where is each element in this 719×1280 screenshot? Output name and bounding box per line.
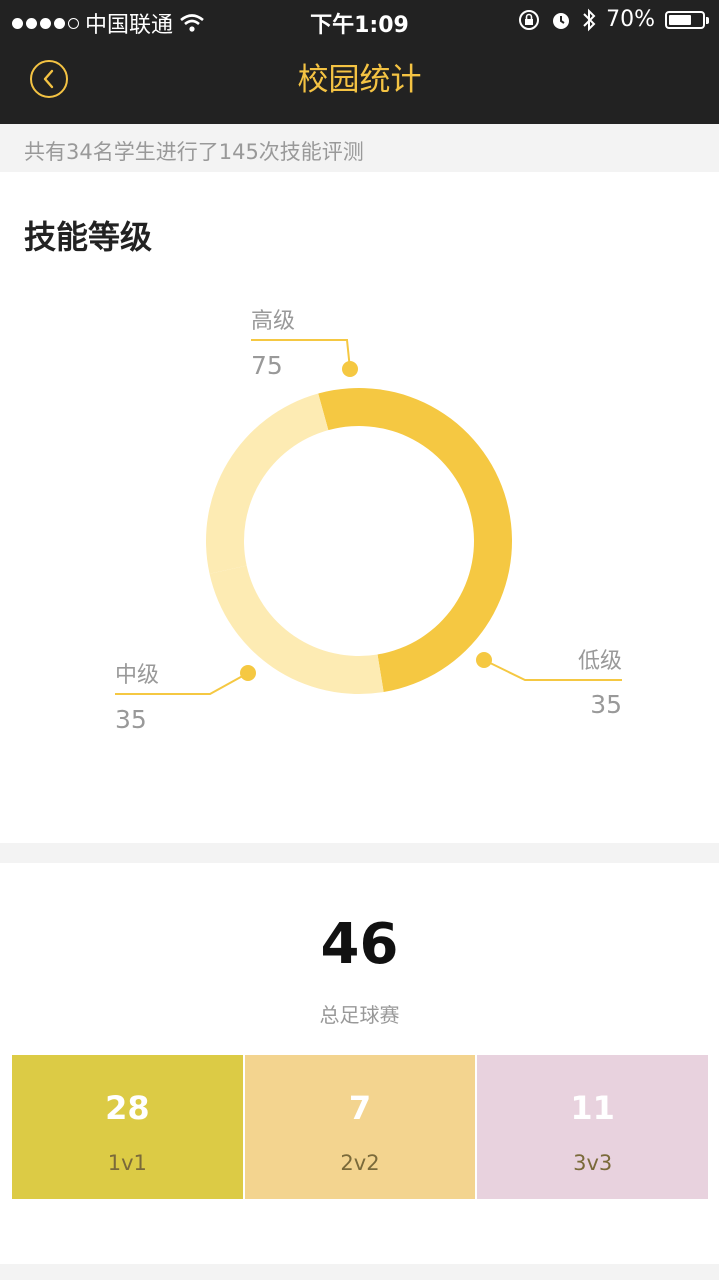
tile-value: 28 — [105, 1089, 150, 1127]
tile-2v2[interactable]: 7 2v2 — [244, 1055, 476, 1199]
summary-text: 共有34名学生进行了145次技能评测 — [24, 140, 364, 164]
slice-value-mid: 35 — [115, 705, 147, 734]
slice-value-high: 75 — [251, 351, 283, 380]
leader-dot-mid — [240, 665, 256, 681]
battery-percent: 70% — [606, 7, 655, 32]
slice-label-high: 高级 — [251, 309, 295, 334]
total-matches-label: 总足球赛 — [319, 1003, 400, 1027]
nav-bar: 校园统计 — [0, 40, 719, 124]
section-divider — [0, 843, 719, 863]
summary-bar: 共有34名学生进行了145次技能评测 — [0, 124, 719, 172]
orientation-lock-icon — [519, 9, 540, 30]
tile-1v1[interactable]: 28 1v1 — [12, 1055, 243, 1199]
slice-label-mid: 中级 — [115, 663, 159, 688]
tile-value: 7 — [348, 1089, 372, 1127]
slice-value-low: 35 — [590, 690, 622, 719]
tile-label: 2v2 — [340, 1151, 380, 1175]
status-right: 70% — [518, 7, 709, 32]
status-bar: 中国联通 下午1:09 70% — [0, 0, 719, 40]
tile-label: 3v3 — [573, 1151, 613, 1175]
skill-donut-chart: 高级 75 低级 35 中级 35 — [115, 309, 622, 734]
match-type-tiles: 28 1v1 7 2v2 11 3v3 — [12, 1055, 709, 1199]
slice-label-low: 低级 — [578, 649, 622, 674]
alarm-icon — [553, 12, 570, 29]
tile-3v3[interactable]: 11 3v3 — [477, 1055, 709, 1199]
donut-slice-high — [318, 387, 513, 693]
donut-slice-low — [209, 565, 384, 694]
skill-section-title: 技能等级 — [24, 218, 153, 256]
leader-dot-low — [476, 652, 492, 668]
donut-slice-mid — [206, 393, 329, 574]
tile-value: 11 — [570, 1089, 615, 1127]
page-title: 校园统计 — [297, 62, 422, 98]
tile-label: 1v1 — [107, 1151, 147, 1175]
bluetooth-icon — [583, 8, 596, 31]
bottom-divider — [0, 1264, 719, 1280]
total-matches-value: 46 — [320, 912, 399, 977]
battery-icon — [665, 10, 709, 29]
leader-dot-high — [342, 361, 358, 377]
